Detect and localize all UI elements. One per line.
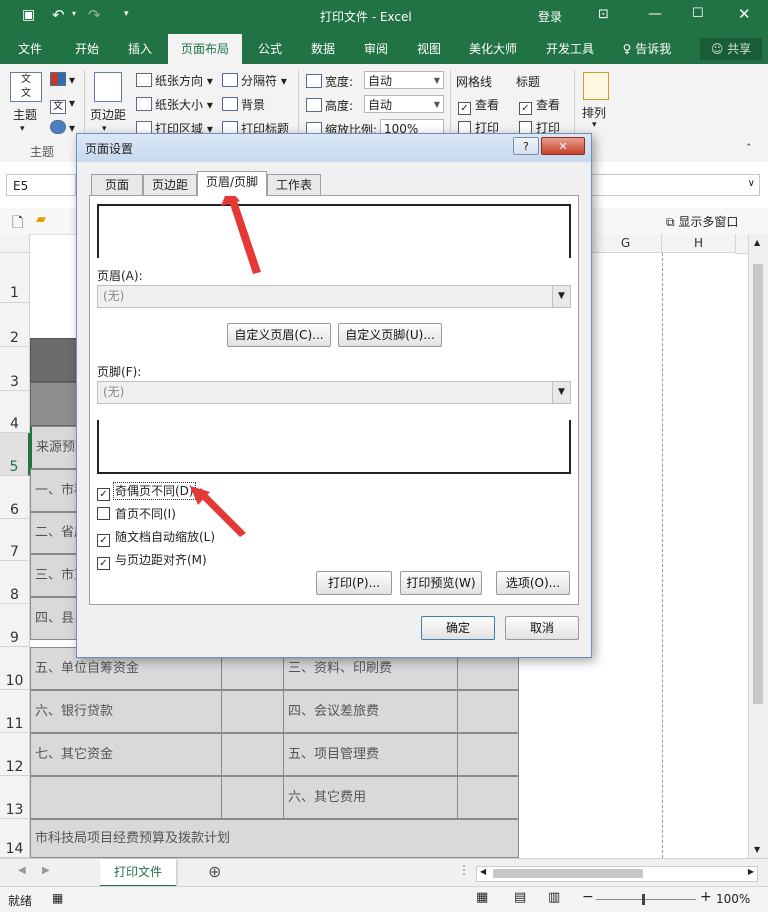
arrow-to-header-footer-tab	[221, 188, 261, 274]
dialog-tab-header-footer[interactable]: 页眉/页脚	[197, 171, 267, 196]
arrow-to-odd-even-checkbox	[190, 486, 246, 537]
annotation-arrows	[190, 188, 261, 537]
